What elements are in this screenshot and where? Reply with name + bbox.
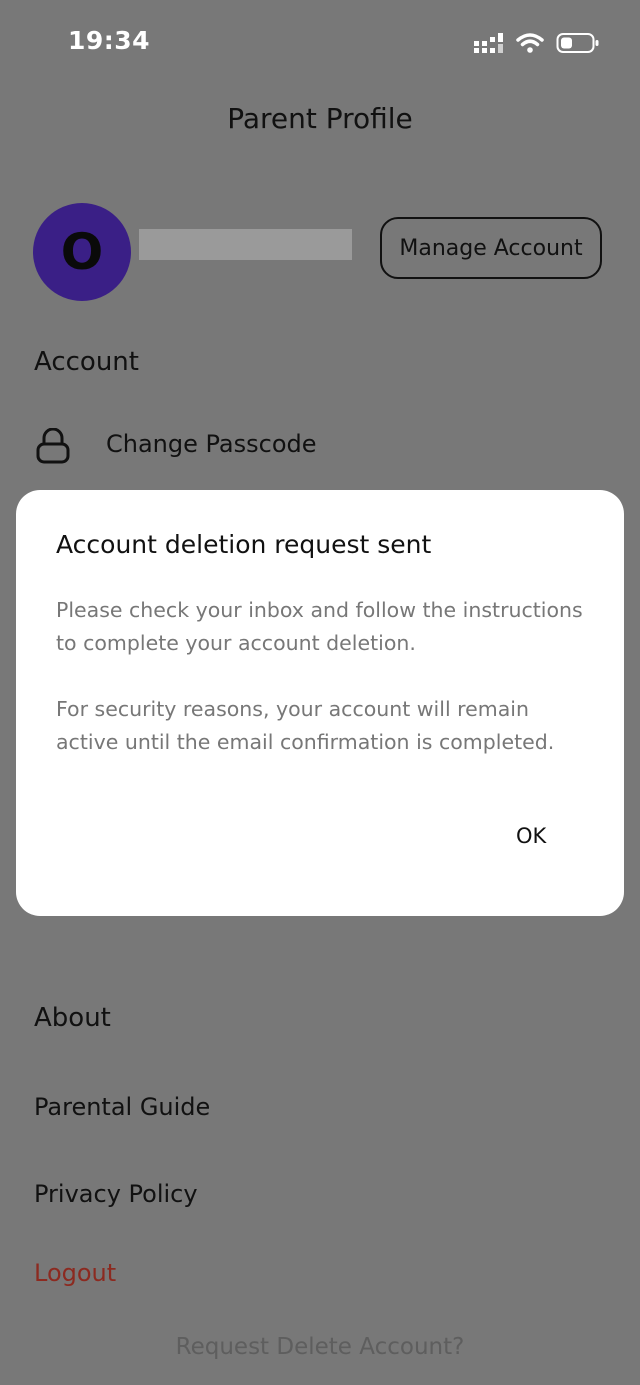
cellular-signal-icon bbox=[474, 33, 503, 53]
dialog-title: Account deletion request sent bbox=[56, 530, 432, 559]
redacted-user-name bbox=[139, 229, 352, 260]
avatar: O bbox=[33, 203, 131, 301]
change-passcode-item[interactable]: Change Passcode bbox=[106, 430, 317, 458]
dialog-message-2: For security reasons, your account will … bbox=[56, 697, 555, 754]
status-time: 19:34 bbox=[68, 26, 151, 55]
about-heading: About bbox=[34, 1003, 111, 1033]
deletion-confirmation-dialog: Account deletion request sent Please che… bbox=[16, 490, 624, 916]
status-icons bbox=[474, 30, 600, 56]
battery-icon bbox=[556, 33, 599, 53]
ok-button[interactable]: OK bbox=[516, 824, 546, 848]
request-delete-account-link[interactable]: Request Delete Account? bbox=[0, 1334, 640, 1360]
page-title: Parent Profile bbox=[227, 102, 413, 135]
logout-button[interactable]: Logout bbox=[34, 1259, 116, 1287]
manage-account-button[interactable]: Manage Account bbox=[380, 217, 602, 279]
wifi-icon bbox=[516, 33, 544, 53]
parental-guide-item[interactable]: Parental Guide bbox=[34, 1093, 210, 1121]
avatar-initial: O bbox=[60, 223, 104, 281]
lock-icon bbox=[36, 428, 70, 464]
privacy-policy-item[interactable]: Privacy Policy bbox=[34, 1180, 198, 1208]
account-heading: Account bbox=[34, 347, 139, 377]
dialog-message-1: Please check your inbox and follow the i… bbox=[56, 598, 583, 655]
